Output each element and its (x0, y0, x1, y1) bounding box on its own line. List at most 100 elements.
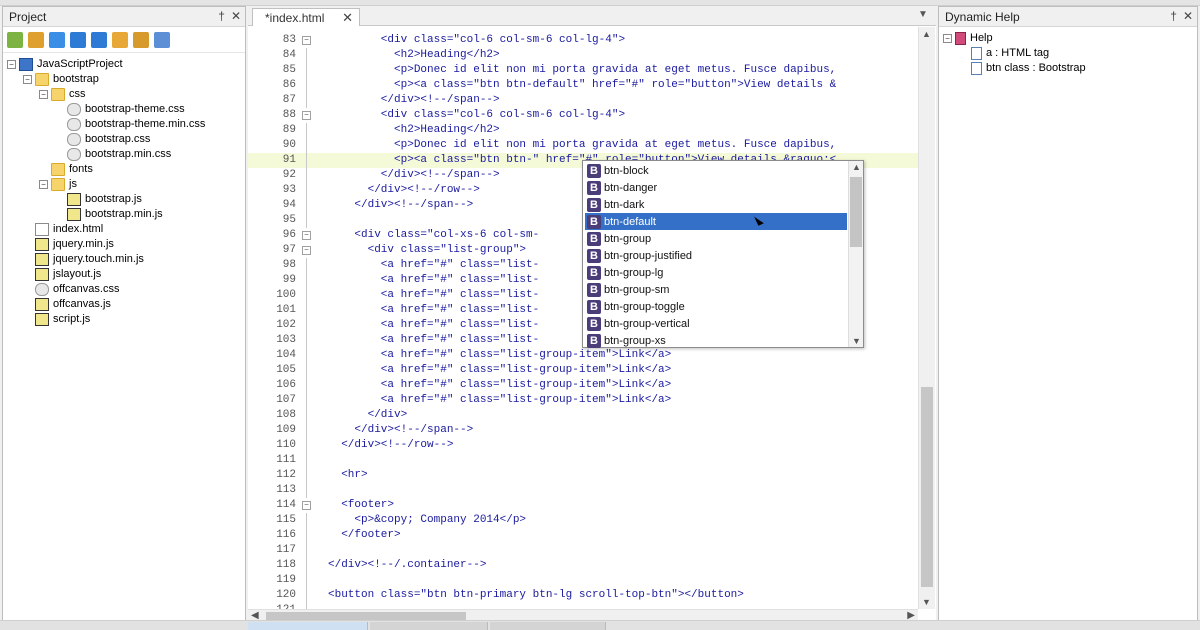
tree-item[interactable]: offcanvas.css (3, 282, 245, 297)
fold-toggle-icon[interactable]: − (302, 231, 311, 240)
popup-scroll-down-icon[interactable]: ▼ (852, 336, 861, 346)
collapse-toggle-icon[interactable]: − (943, 34, 952, 43)
bottom-tab[interactable] (248, 622, 368, 630)
tree-item-label: fonts (69, 163, 93, 175)
code-line[interactable]: 113 (248, 483, 918, 498)
code-line[interactable]: 89 <h2>Heading</h2> (248, 123, 918, 138)
code-line[interactable]: 110 </div><!--/row--> (248, 438, 918, 453)
tree-item[interactable]: jquery.min.js (3, 237, 245, 252)
code-line[interactable]: 87 </div><!--/span--> (248, 93, 918, 108)
bottom-tab[interactable] (370, 622, 488, 630)
bootstrap-icon: B (587, 163, 601, 178)
scroll-up-icon[interactable]: ▲ (922, 29, 931, 39)
code-line[interactable]: 88− <div class="col-6 col-sm-6 col-lg-4"… (248, 108, 918, 123)
tree-item[interactable]: bootstrap.min.js (3, 207, 245, 222)
pin-icon[interactable]: † (218, 9, 225, 23)
tree-item[interactable]: bootstrap-theme.min.css (3, 117, 245, 132)
tree-item[interactable]: − Help (939, 31, 1197, 46)
code-text: <a href="#" class="list-group-item">Link… (328, 394, 672, 406)
close-icon[interactable]: ✕ (231, 9, 241, 23)
autocomplete-item[interactable]: Bbtn-group-lg (585, 264, 847, 281)
folder-open-icon[interactable] (133, 31, 149, 48)
autocomplete-item[interactable]: Bbtn-group (585, 230, 847, 247)
code-text: <hr> (328, 469, 368, 481)
fold-toggle-icon[interactable]: − (302, 36, 311, 45)
vertical-scroll-thumb[interactable] (921, 387, 933, 587)
autocomplete-item[interactable]: Bbtn-group-sm (585, 281, 847, 298)
code-line[interactable]: 119 (248, 573, 918, 588)
tree-item[interactable]: a : HTML tag (939, 46, 1197, 61)
code-line[interactable]: 83− <div class="col-6 col-sm-6 col-lg-4"… (248, 33, 918, 48)
fold-toggle-icon[interactable]: − (302, 501, 311, 510)
tree-item[interactable]: script.js (3, 312, 245, 327)
code-line[interactable]: 108 </div> (248, 408, 918, 423)
settings-icon[interactable] (70, 31, 86, 48)
collapse-toggle-icon[interactable]: − (39, 180, 48, 189)
add-file-icon[interactable] (7, 31, 23, 48)
code-line[interactable]: 90 <p>Donec id elit non mi porta gravida… (248, 138, 918, 153)
tree-item[interactable]: fonts (3, 162, 245, 177)
tree-item[interactable]: btn class : Bootstrap (939, 61, 1197, 76)
popup-scroll-thumb[interactable] (850, 177, 862, 247)
tree-item[interactable]: − bootstrap (3, 72, 245, 87)
refresh-icon[interactable] (49, 31, 65, 48)
collapse-toggle-icon[interactable]: − (7, 60, 16, 69)
fold-guide (306, 153, 307, 168)
code-line[interactable]: 118 </div><!--/.container--> (248, 558, 918, 573)
tree-item[interactable]: index.html (3, 222, 245, 237)
code-line[interactable]: 85 <p>Donec id elit non mi porta gravida… (248, 63, 918, 78)
pin-icon[interactable]: † (1170, 9, 1177, 23)
code-line[interactable]: 112 <hr> (248, 468, 918, 483)
upload-icon[interactable] (91, 31, 107, 48)
popup-scrollbar[interactable]: ▲ ▼ (848, 161, 863, 347)
autocomplete-item[interactable]: Bbtn-default (585, 213, 847, 230)
tab-menu-icon[interactable]: ▼ (918, 9, 928, 20)
autocomplete-item[interactable]: Bbtn-group-toggle (585, 298, 847, 315)
fold-toggle-icon[interactable]: − (302, 111, 311, 120)
code-line[interactable]: 116 </footer> (248, 528, 918, 543)
tab-index-html[interactable]: *index.html ✕ (252, 8, 360, 26)
collapse-toggle-icon[interactable]: − (39, 90, 48, 99)
line-number: 89 (282, 124, 296, 136)
tree-item[interactable]: offcanvas.js (3, 297, 245, 312)
tab-close-icon[interactable]: ✕ (342, 10, 353, 26)
code-line[interactable]: 114− <footer> (248, 498, 918, 513)
tree-item[interactable]: bootstrap.min.css (3, 147, 245, 162)
code-line[interactable]: 109 </div><!--/span--> (248, 423, 918, 438)
code-line[interactable]: 117 (248, 543, 918, 558)
tree-item[interactable]: jslayout.js (3, 267, 245, 282)
tree-item[interactable]: − JavaScriptProject (3, 57, 245, 72)
tree-item[interactable]: − js (3, 177, 245, 192)
popup-scroll-up-icon[interactable]: ▲ (852, 162, 861, 172)
add-folder-icon[interactable] (28, 31, 44, 48)
code-line[interactable]: 120 <button class="btn btn-primary btn-lg… (248, 588, 918, 603)
tree-item[interactable]: bootstrap.js (3, 192, 245, 207)
close-icon[interactable]: ✕ (1183, 9, 1193, 23)
code-line[interactable]: 107 <a href="#" class="list-group-item">… (248, 393, 918, 408)
autocomplete-item[interactable]: Bbtn-dark (585, 196, 847, 213)
code-line[interactable]: 106 <a href="#" class="list-group-item">… (248, 378, 918, 393)
code-line[interactable]: 111 (248, 453, 918, 468)
autocomplete-item[interactable]: Bbtn-group-vertical (585, 315, 847, 332)
code-line[interactable]: 84 <h2>Heading</h2> (248, 48, 918, 63)
tree-item[interactable]: jquery.touch.min.js (3, 252, 245, 267)
autocomplete-item[interactable]: Bbtn-danger (585, 179, 847, 196)
tree-item[interactable]: bootstrap-theme.css (3, 102, 245, 117)
autocomplete-popup[interactable]: ▲ ▼ Bbtn-block Bbtn-danger Bbtn-dark Bbtn-d… (582, 160, 864, 348)
code-line[interactable]: 105 <a href="#" class="list-group-item">… (248, 363, 918, 378)
network-icon[interactable] (112, 31, 128, 48)
tree-item[interactable]: bootstrap.css (3, 132, 245, 147)
document-icon[interactable] (154, 31, 170, 48)
scroll-down-icon[interactable]: ▼ (922, 597, 931, 607)
bottom-tab[interactable] (490, 622, 606, 630)
code-line[interactable]: 104 <a href="#" class="list-group-item">… (248, 348, 918, 363)
tree-item[interactable]: − css (3, 87, 245, 102)
autocomplete-item[interactable]: Bbtn-block (585, 162, 847, 179)
code-line[interactable]: 86 <p><a class="btn btn-default" href="#… (248, 78, 918, 93)
autocomplete-item[interactable]: Bbtn-group-xs (585, 332, 847, 349)
collapse-toggle-icon[interactable]: − (23, 75, 32, 84)
autocomplete-item[interactable]: Bbtn-group-justified (585, 247, 847, 264)
vertical-scrollbar[interactable]: ▲ ▼ (918, 27, 935, 609)
code-line[interactable]: 115 <p>&copy; Company 2014</p> (248, 513, 918, 528)
fold-toggle-icon[interactable]: − (302, 246, 311, 255)
